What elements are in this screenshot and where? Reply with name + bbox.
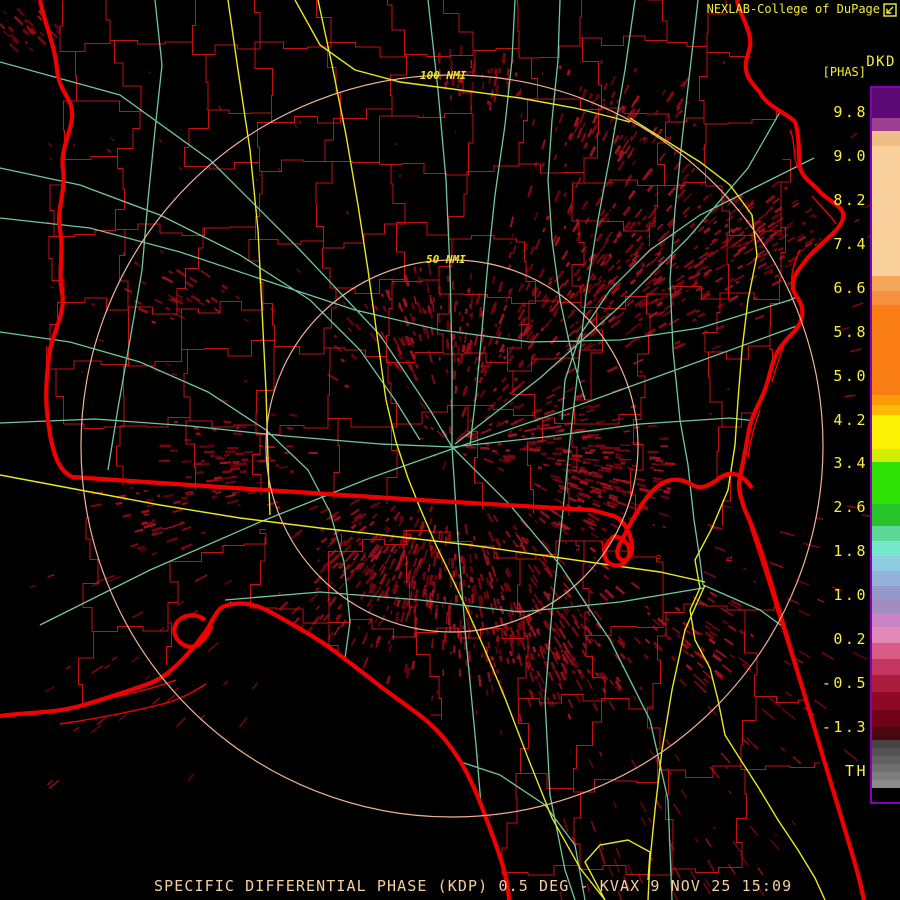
colorbar-segment [872, 740, 900, 748]
colorbar-segment [872, 556, 900, 571]
colorbar-segment [872, 643, 900, 659]
product-code: DKD [866, 54, 896, 70]
colorbar-segment [872, 600, 900, 613]
scale-label: 9.0 [833, 146, 868, 165]
colorbar-segment [872, 395, 900, 405]
colorbar-segment [872, 659, 900, 675]
colorbar-segment [872, 627, 900, 643]
colorbar-segment [872, 415, 900, 449]
range-ring-label-100nmi: 100 NMI [420, 69, 467, 82]
colorbar-segment [872, 291, 900, 305]
scale-label: 2.6 [833, 498, 868, 517]
colorbar-segment [872, 586, 900, 600]
scale-label: 5.8 [833, 322, 868, 341]
colorbar-segment [872, 305, 900, 395]
colorbar-segment [872, 780, 900, 788]
colorbar-segment [872, 788, 900, 802]
colorbar-segment [872, 613, 900, 627]
colorbar-segment [872, 541, 900, 556]
roads-interstate [0, 0, 826, 900]
colorbar-segment [872, 118, 900, 131]
colorbar-segment [872, 571, 900, 586]
radar-map [0, 0, 900, 900]
colorbar-segment [872, 692, 900, 710]
colorbar-segment [872, 526, 900, 541]
colorbar-segment [872, 710, 900, 727]
colorbar-segment [872, 772, 900, 780]
range-ring-label-50nmi: 50 NMI [426, 253, 466, 266]
expand-icon[interactable] [883, 3, 897, 17]
scale-label: 1.0 [833, 586, 868, 605]
colorbar-segment [872, 276, 900, 291]
source-credit: NEXLAB-College of DuPage [706, 2, 880, 16]
colorbar-segment [872, 405, 900, 415]
scale-label: 4.2 [833, 410, 868, 429]
colorbar-segment [872, 748, 900, 756]
scale-label: 6.6 [833, 278, 868, 297]
colorbar-segment [872, 146, 900, 276]
colorbar-segment [872, 675, 900, 692]
product-phase-label: [PHAS] [822, 65, 866, 79]
sea-clutter-layer [28, 132, 900, 900]
scale-label: 5.0 [833, 366, 868, 385]
scale-label: -0.5 [821, 674, 868, 693]
colorbar [870, 86, 900, 804]
radar-echo-layer [0, 7, 856, 862]
roads-secondary [0, 0, 864, 900]
scale-label: 0.2 [833, 630, 868, 649]
scale-label: 1.8 [833, 542, 868, 561]
colorbar-segment [872, 756, 900, 764]
colorbar-segment [872, 449, 900, 462]
colorbar-segment [872, 504, 900, 526]
colorbar-segment [872, 131, 900, 146]
scale-label: 8.2 [833, 190, 868, 209]
scale-label: 3.4 [833, 454, 868, 473]
scale-label: -1.3 [821, 718, 868, 737]
scale-label: 7.4 [833, 234, 868, 253]
colorbar-segment [872, 764, 900, 772]
colorbar-segment [872, 462, 900, 504]
scale-label: 9.8 [833, 103, 868, 121]
colorbar-segment [872, 88, 900, 118]
status-bar: SPECIFIC DIFFERENTIAL PHASE (KDP) 0.5 DE… [154, 877, 793, 895]
colorbar-segment [872, 727, 900, 740]
scale-label: TH [844, 761, 868, 780]
radar-display: 9.8 9.0 8.2 7.4 6.6 5.8 5.0 4.2 3.4 2.6 1.8 1.0 0.2 -… [0, 0, 900, 900]
